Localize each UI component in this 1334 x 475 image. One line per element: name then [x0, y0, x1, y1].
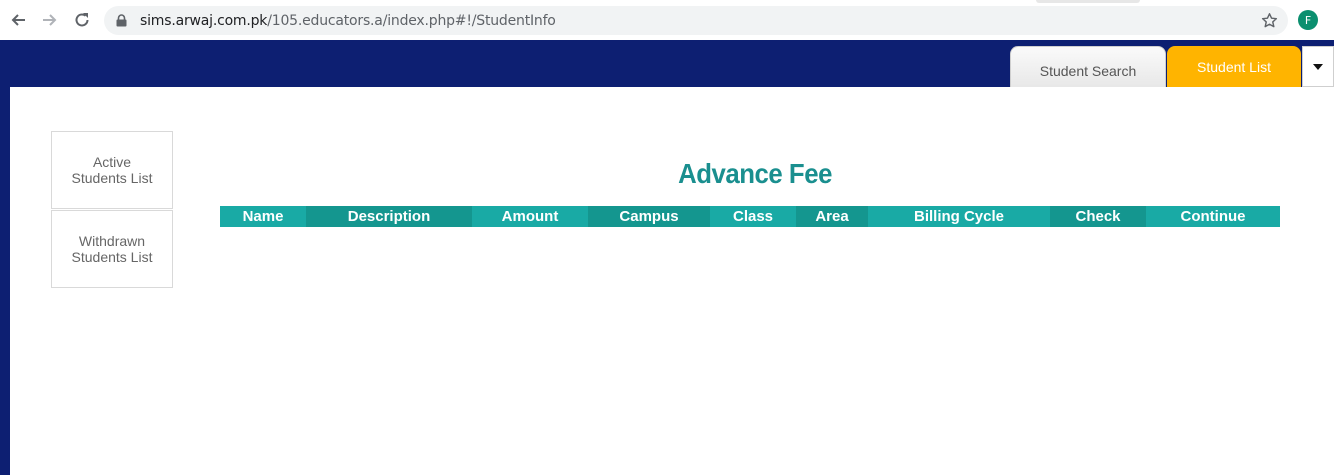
column-header-continue: Continue	[1146, 206, 1280, 227]
address-bar[interactable]: sims.arwaj.com.pk/105.educators.a/index.…	[104, 6, 1288, 35]
column-header-campus: Campus	[588, 206, 710, 227]
page-title: Advance Fee	[678, 158, 832, 189]
content-panel: Active Students List Withdrawn Students …	[10, 87, 1334, 475]
browser-tab-edge	[1036, 0, 1140, 3]
column-header-billing-cycle: Billing Cycle	[868, 206, 1050, 227]
forward-icon[interactable]	[38, 8, 62, 32]
column-header-amount: Amount	[472, 206, 588, 227]
tab-student-list[interactable]: Student List	[1167, 46, 1301, 87]
column-header-check: Check	[1050, 206, 1146, 227]
lock-icon	[116, 14, 127, 32]
sidebar-item-withdrawn-students[interactable]: Withdrawn Students List	[51, 210, 173, 288]
fee-table-header: Name Description Amount Campus Class Are…	[220, 206, 1280, 227]
column-header-class: Class	[710, 206, 796, 227]
bookmark-star-icon[interactable]	[1261, 12, 1278, 34]
column-header-description: Description	[306, 206, 472, 227]
column-header-name: Name	[220, 206, 306, 227]
sidebar-item-active-students[interactable]: Active Students List	[51, 131, 173, 209]
caret-down-icon	[1313, 63, 1323, 70]
tab-student-search[interactable]: Student Search	[1010, 46, 1166, 87]
url-host: sims.arwaj.com.pk	[140, 13, 268, 29]
app-header: Student Search Student List	[0, 40, 1334, 87]
url-path: /105.educators.a/index.php#!/StudentInfo	[267, 13, 556, 29]
app-frame: Student Search Student List Active Stude…	[0, 40, 1334, 475]
column-header-area: Area	[796, 206, 868, 227]
url-text: sims.arwaj.com.pk/105.educators.a/index.…	[140, 13, 556, 29]
browser-toolbar: sims.arwaj.com.pk/105.educators.a/index.…	[0, 0, 1334, 40]
profile-avatar[interactable]: F	[1298, 10, 1318, 30]
menu-dropdown-button[interactable]	[1302, 46, 1334, 87]
reload-icon[interactable]	[70, 8, 94, 32]
back-icon[interactable]	[6, 8, 30, 32]
